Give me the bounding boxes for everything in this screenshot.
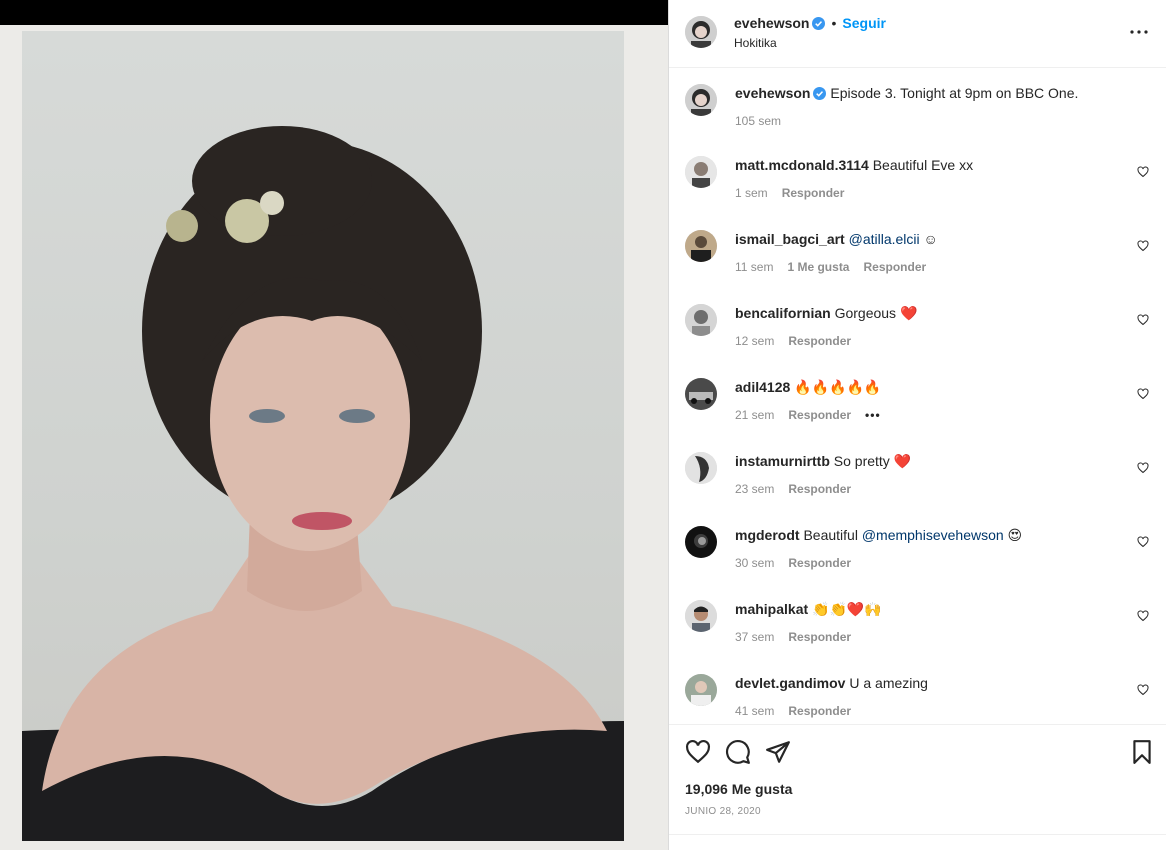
comment-text: Gorgeous ❤️ [834,305,918,321]
follow-button[interactable]: Seguir [842,15,886,31]
caption-time[interactable]: 105 sem [735,114,781,128]
comment-line: ismail_bagci_art @atilla.elcii ☺ [735,230,1125,248]
caption-username[interactable]: evehewson [735,85,810,101]
like-comment-heart-icon[interactable] [1137,166,1149,178]
comment-mention[interactable]: @atilla.elcii [849,231,920,247]
commenter-avatar[interactable] [685,378,717,410]
comment-time[interactable]: 41 sem [735,704,774,718]
post-date[interactable]: JUNIO 28, 2020 [685,806,761,817]
commenter-avatar[interactable] [685,304,717,336]
comment-emoji: 😍 [1003,527,1023,543]
like-comment-heart-icon[interactable] [1137,610,1149,622]
comment-meta: 21 sem Responder ••• [735,408,895,422]
comment-bubble-icon[interactable] [725,739,751,765]
save-bookmark-icon[interactable] [1129,739,1155,765]
reply-button[interactable]: Responder [788,482,851,496]
comment-meta: 1 sem Responder [735,186,858,200]
comment-meta: 12 sem Responder [735,334,865,348]
reply-button[interactable]: Responder [788,556,851,570]
comment-more-icon[interactable]: ••• [865,408,881,422]
reply-button[interactable]: Responder [788,630,851,644]
comment-line: adil4128 🔥🔥🔥🔥🔥 [735,378,1125,396]
header-user-line: evehewson • Seguir [734,15,886,31]
reply-button[interactable]: Responder [788,704,851,718]
comment-time[interactable]: 12 sem [735,334,774,348]
more-options-icon[interactable] [1127,20,1151,44]
comment-username[interactable]: devlet.gandimov [735,675,845,691]
comment-username[interactable]: mgderodt [735,527,800,543]
comment-meta: 37 sem Responder [735,630,865,644]
likes-count[interactable]: 19,096 Me gusta [685,781,792,797]
comment-line: devlet.gandimov U a amezing [735,674,1125,692]
comment-time[interactable]: 23 sem [735,482,774,496]
comment-text: 👏👏❤️🙌 [812,601,882,617]
comment-text: 🔥🔥🔥🔥🔥 [794,379,882,395]
comment-line: mgderodt Beautiful @memphisevehewson 😍 [735,526,1125,544]
like-comment-heart-icon[interactable] [1137,536,1149,548]
comment-username[interactable]: matt.mcdonald.3114 [735,157,869,173]
reply-button[interactable]: Responder [782,186,845,200]
caption-line: evehewson Episode 3. Tonight at 9pm on B… [735,84,1125,102]
comment-likes[interactable]: 1 Me gusta [787,260,849,274]
share-paper-plane-icon[interactable] [765,739,791,765]
comment-meta: 30 sem Responder [735,556,865,570]
comment-time[interactable]: 11 sem [735,260,773,274]
comment-mention[interactable]: @memphisevehewson [862,527,1004,543]
post-header: evehewson • Seguir Hokitika [669,0,1166,68]
caption-meta: 105 sem [735,114,795,128]
reply-button[interactable]: Responder [863,260,926,274]
reply-button[interactable]: Responder [788,408,851,422]
comment-time[interactable]: 30 sem [735,556,774,570]
comment-text: Beautiful Eve xx [872,157,974,173]
caption-text: Episode 3. Tonight at 9pm on BBC One. [830,85,1079,101]
comment-username[interactable]: ismail_bagci_art [735,231,845,247]
like-comment-heart-icon[interactable] [1137,240,1149,252]
post-actions: 19,096 Me gusta JUNIO 28, 2020 [669,724,1166,850]
like-comment-heart-icon[interactable] [1137,388,1149,400]
comment-username[interactable]: adil4128 [735,379,790,395]
reply-button[interactable]: Responder [788,334,851,348]
post-side-panel: evehewson • Seguir Hokitika evehewson Epis… [668,0,1166,850]
post-media[interactable] [0,0,668,850]
comment-time[interactable]: 37 sem [735,630,774,644]
comments-list[interactable]: evehewson Episode 3. Tonight at 9pm on B… [669,68,1166,724]
like-comment-heart-icon[interactable] [1137,314,1149,326]
commenter-avatar[interactable] [685,526,717,558]
comment-meta: 11 sem 1 Me gusta Responder [735,260,940,274]
comment-time[interactable]: 1 sem [735,186,768,200]
author-avatar[interactable] [685,84,717,116]
verified-badge-icon [813,87,827,100]
comment-username[interactable]: instamurnirttb [735,453,830,469]
comment-meta: 41 sem Responder [735,704,865,718]
like-comment-heart-icon[interactable] [1137,462,1149,474]
commenter-avatar[interactable] [685,230,717,262]
comment-line: bencalifornian Gorgeous ❤️ [735,304,1125,322]
commenter-avatar[interactable] [685,156,717,188]
comment-line: matt.mcdonald.3114 Beautiful Eve xx [735,156,1125,174]
commenter-avatar[interactable] [685,452,717,484]
like-heart-icon[interactable] [685,739,711,765]
comment-username[interactable]: mahipalkat [735,601,808,617]
verified-badge-icon [812,17,826,30]
comment-text: Beautiful [803,527,862,543]
post-photo [22,31,624,841]
add-comment-area[interactable] [669,834,1166,850]
commenter-avatar[interactable] [685,600,717,632]
comment-line: mahipalkat 👏👏❤️🙌 [735,600,1125,618]
separator-dot: • [831,15,837,31]
comment-line: instamurnirttb So pretty ❤️ [735,452,1125,470]
post-location[interactable]: Hokitika [734,36,777,50]
comment-username[interactable]: bencalifornian [735,305,831,321]
comment-time[interactable]: 21 sem [735,408,774,422]
author-avatar[interactable] [685,16,717,48]
comment-text: ☺ [919,231,938,247]
comment-text: So pretty ❤️ [833,453,912,469]
comment-meta: 23 sem Responder [735,482,865,496]
commenter-avatar[interactable] [685,674,717,706]
like-comment-heart-icon[interactable] [1137,684,1149,696]
comment-text: U a amezing [849,675,928,691]
author-username[interactable]: evehewson [734,15,809,31]
